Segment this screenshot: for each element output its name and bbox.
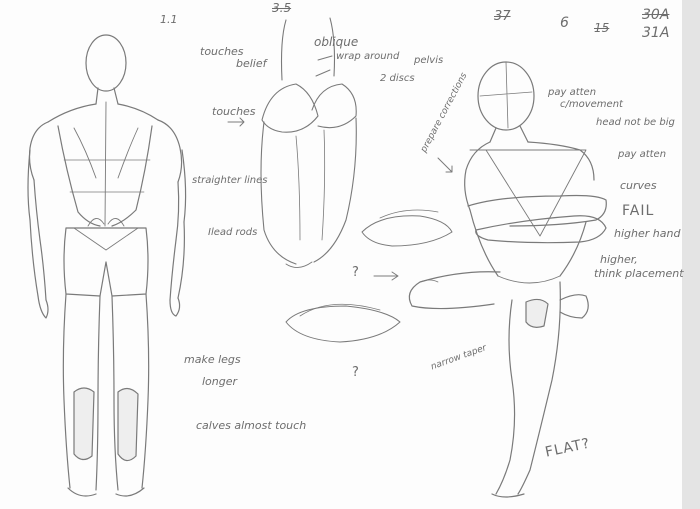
- seated-pose-figure: [408, 61, 607, 498]
- sketchbook-page: 1.1 3.5 37 6 15 30A 31A touches belief o…: [0, 0, 700, 509]
- torso-study: [260, 17, 357, 268]
- figure-sketches: [27, 0, 700, 509]
- page-edge-shadow: [682, 0, 700, 509]
- back-view-figure: [27, 34, 187, 497]
